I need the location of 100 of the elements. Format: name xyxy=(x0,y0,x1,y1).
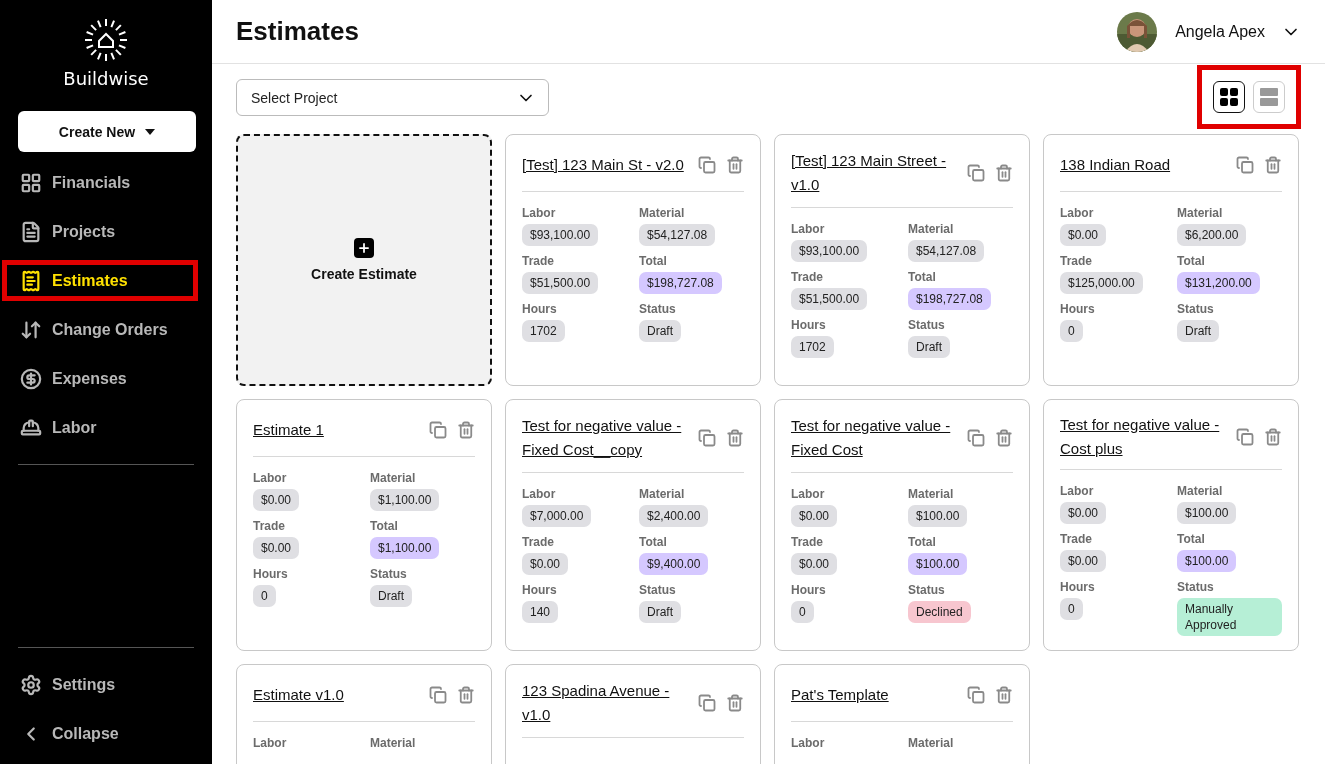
field-label: Material xyxy=(1177,484,1223,498)
field-label: Status xyxy=(1177,302,1214,316)
status-badge: Draft xyxy=(1177,320,1219,342)
copy-icon[interactable] xyxy=(967,164,985,182)
field-label: Material xyxy=(639,487,685,501)
nav-item[interactable]: Projects xyxy=(0,209,212,254)
field-label: Material xyxy=(370,471,416,485)
user-name[interactable]: Angela Apex xyxy=(1175,22,1265,41)
value-badge: $198,727.08 xyxy=(639,272,722,294)
trash-icon[interactable] xyxy=(457,686,475,704)
copy-icon[interactable] xyxy=(1236,427,1254,446)
copy-icon[interactable] xyxy=(429,421,447,439)
copy-icon[interactable] xyxy=(698,156,716,174)
trash-icon[interactable] xyxy=(457,421,475,439)
caret-icon xyxy=(145,128,156,135)
copy-icon[interactable] xyxy=(698,694,716,712)
field-label: Status xyxy=(908,318,945,332)
field-label: Trade xyxy=(791,270,823,284)
grid-icon xyxy=(1220,87,1238,106)
field-label: Total xyxy=(908,270,936,284)
create-estimate-card[interactable]: Create Estimate xyxy=(236,134,492,386)
field-label: Material xyxy=(908,222,954,236)
value-badge: $51,500.00 xyxy=(791,288,868,310)
estimate-title[interactable]: Test for negative value - Cost plus xyxy=(1060,412,1228,461)
value-badge: 1702 xyxy=(522,320,565,342)
field-label: Labor xyxy=(522,487,556,501)
plus-icon xyxy=(354,238,374,258)
estimate-title[interactable]: Pat's Template xyxy=(791,683,959,707)
field-label: Material xyxy=(1177,206,1223,220)
estimate-title[interactable]: Test for negative value - Fixed Cost xyxy=(791,414,959,462)
value-badge: $0.00 xyxy=(1060,550,1107,572)
trash-icon[interactable] xyxy=(726,156,744,174)
nav-item[interactable]: Labor xyxy=(0,405,212,450)
trash-icon[interactable] xyxy=(995,686,1013,704)
copy-icon[interactable] xyxy=(698,429,716,447)
field-label: Total xyxy=(639,535,667,549)
project-select[interactable]: Select Project xyxy=(236,79,549,116)
status-badge: Draft xyxy=(639,601,681,623)
field-label: Hours xyxy=(791,318,826,332)
field-label: Status xyxy=(370,567,407,581)
value-badge: $54,127.08 xyxy=(908,240,985,262)
field-label: Labor xyxy=(253,471,287,485)
estimate-title[interactable]: Estimate 1 xyxy=(253,418,421,442)
field-label: Labor xyxy=(791,487,825,501)
value-badge: 0 xyxy=(791,601,814,623)
field-label: Labor xyxy=(522,206,556,220)
trash-icon[interactable] xyxy=(995,164,1013,182)
copy-icon[interactable] xyxy=(967,429,985,447)
field-label: Labor xyxy=(253,736,287,750)
value-badge: $6,200.00 xyxy=(1177,224,1247,246)
nav-item[interactable]: Change Orders xyxy=(0,307,212,352)
receipt-icon xyxy=(20,269,42,292)
estimate-title[interactable]: [Test] 123 Main St - v2.0 xyxy=(522,153,690,177)
status-badge: Draft xyxy=(370,585,412,607)
nav-item[interactable]: Settings xyxy=(0,662,212,707)
field-label: Total xyxy=(639,254,667,268)
field-label: Material xyxy=(908,487,954,501)
field-label: Hours xyxy=(1060,580,1095,594)
field-label: Total xyxy=(1177,532,1205,546)
value-badge: $0.00 xyxy=(1060,224,1107,246)
grid-view-button[interactable] xyxy=(1213,80,1245,113)
copy-icon[interactable] xyxy=(967,686,985,704)
field-label: Labor xyxy=(791,222,825,236)
nav-item[interactable]: Estimates xyxy=(0,258,200,303)
estimate-title[interactable]: [Test] 123 Main Street - v1.0 xyxy=(791,149,959,197)
value-badge: 0 xyxy=(1060,320,1083,342)
value-badge: $7,000.00 xyxy=(522,505,592,527)
create-new-button[interactable]: Create New xyxy=(18,111,196,152)
trash-icon[interactable] xyxy=(726,694,744,712)
copy-icon[interactable] xyxy=(1236,156,1254,174)
list-view-button[interactable] xyxy=(1253,80,1285,113)
field-label: Labor xyxy=(791,736,825,750)
value-badge: $0.00 xyxy=(791,553,838,575)
value-badge: $0.00 xyxy=(253,489,300,511)
value-badge: $0.00 xyxy=(1060,502,1107,524)
trash-icon[interactable] xyxy=(1264,156,1282,174)
field-label: Trade xyxy=(1060,532,1092,546)
value-badge: $1,100.00 xyxy=(370,537,440,559)
nav-item[interactable]: Financials xyxy=(0,160,212,205)
estimate-title[interactable]: 138 Indian Road xyxy=(1060,153,1228,177)
value-badge: $51,500.00 xyxy=(522,272,599,294)
value-badge: 1702 xyxy=(791,336,834,358)
estimate-title[interactable]: 123 Spadina Avenue - v1.0 xyxy=(522,679,690,727)
copy-icon[interactable] xyxy=(429,686,447,704)
nav-item[interactable]: Expenses xyxy=(0,356,212,401)
value-badge: $0.00 xyxy=(791,505,838,527)
value-badge: 0 xyxy=(1060,598,1083,620)
field-label: Trade xyxy=(522,535,554,549)
trash-icon[interactable] xyxy=(995,429,1013,447)
trash-icon[interactable] xyxy=(1264,427,1282,446)
field-label: Status xyxy=(639,583,676,597)
field-label: Trade xyxy=(1060,254,1092,268)
nav-item[interactable]: Collapse xyxy=(0,711,212,756)
status-badge: Draft xyxy=(908,336,950,358)
value-badge: 140 xyxy=(522,601,559,623)
trash-icon[interactable] xyxy=(726,429,744,447)
dashboard-icon xyxy=(20,171,42,194)
value-badge: $1,100.00 xyxy=(370,489,440,511)
estimate-title[interactable]: Estimate v1.0 xyxy=(253,683,421,707)
estimate-title[interactable]: Test for negative value - Fixed Cost__copy xyxy=(522,414,690,462)
